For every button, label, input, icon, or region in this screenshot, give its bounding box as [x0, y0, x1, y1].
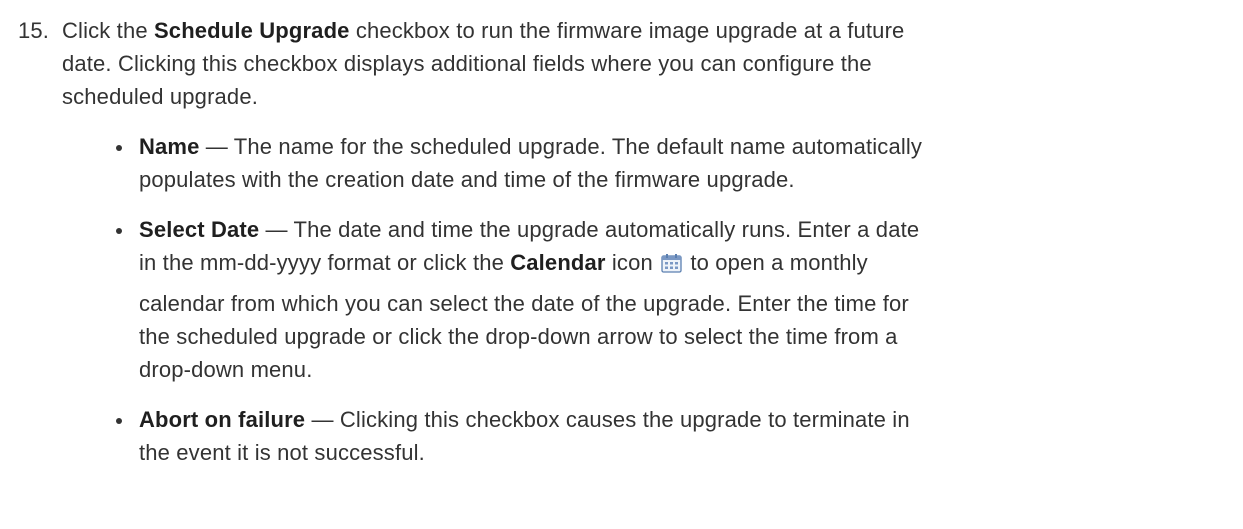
step-intro-line1: Click the Schedule Upgrade checkbox to r… [62, 18, 905, 43]
list-item-select-date: Select Date — The date and time the upgr… [116, 213, 1232, 386]
schedule-upgrade-term: Schedule Upgrade [153, 18, 350, 43]
step-number: 15. [18, 18, 50, 43]
select-date-term: Select Date [139, 217, 260, 242]
step-intro-line2: date. Clicking this checkbox displays ad… [62, 51, 872, 76]
name-term: Name [139, 134, 200, 159]
field-list: Name — The name for the scheduled upgrad… [62, 130, 1232, 469]
abort-on-failure-term: Abort on failure [139, 407, 306, 432]
step-intro-line3: scheduled upgrade. [62, 84, 258, 109]
list-item-name: Name — The name for the scheduled upgrad… [116, 130, 1232, 196]
step-15: 15. Click the Schedule Upgrade checkbox … [0, 0, 1232, 469]
calendar-term: Calendar [510, 250, 606, 275]
list-item-abort-on-failure: Abort on failure — Clicking this checkbo… [116, 403, 1232, 469]
calendar-icon [661, 249, 682, 273]
